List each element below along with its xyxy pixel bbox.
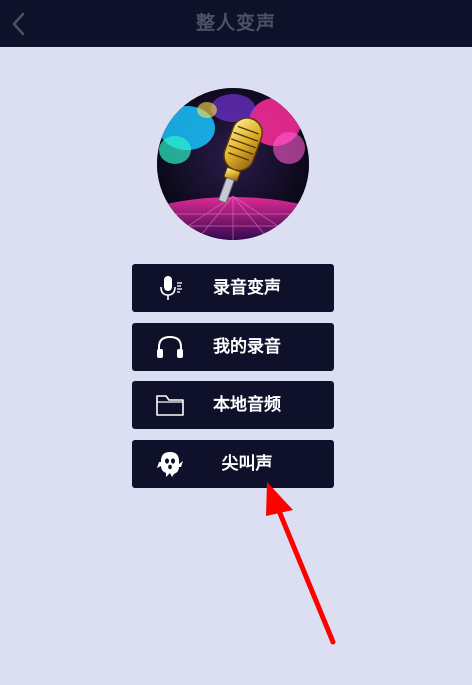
record-voice-change-button[interactable]: 录音变声	[132, 264, 334, 312]
microphone-cover-image	[157, 88, 309, 240]
my-recordings-button[interactable]: 我的录音	[132, 323, 334, 371]
page-title: 整人变声	[195, 12, 276, 34]
menu-label: 录音变声	[213, 278, 281, 298]
scream-sound-button[interactable]: 尖叫声	[132, 440, 334, 488]
menu-label: 尖叫声	[221, 454, 273, 474]
local-audio-button[interactable]: 本地音频	[132, 381, 334, 429]
menu-label: 我的录音	[213, 337, 281, 357]
menu-label: 本地音频	[213, 395, 281, 415]
top-bar: 整人变声	[0, 0, 472, 47]
